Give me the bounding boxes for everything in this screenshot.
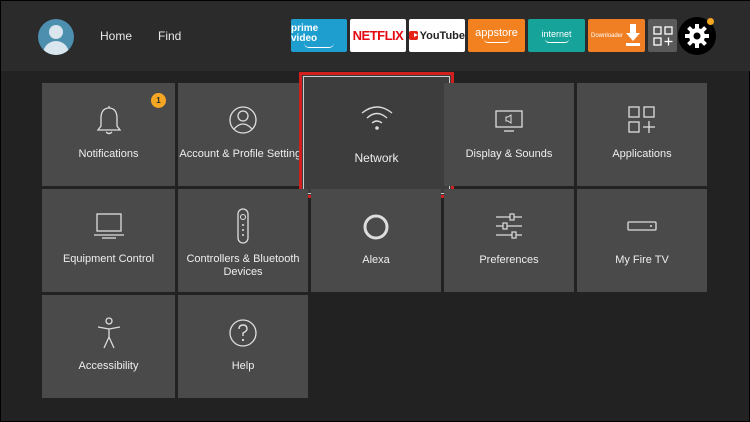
tile-label: Preferences — [479, 254, 539, 266]
tile-help[interactable]: Help — [178, 295, 308, 398]
user-circle-icon — [229, 106, 257, 134]
tile-label: Controllers & Bluetooth Devices — [186, 253, 300, 278]
tile-label: Applications — [612, 148, 672, 160]
tile-label: My Fire TV — [615, 254, 669, 266]
smile-icon — [483, 39, 510, 43]
tile-preferences[interactable]: Preferences — [444, 189, 574, 292]
smile-icon — [544, 39, 569, 43]
alexa-icon — [363, 214, 389, 240]
top-navigation-bar: Home Find prime video NETFLIX YouTube ap… — [1, 1, 750, 71]
tile-label: Display & Sounds — [465, 148, 553, 160]
app-library-button[interactable] — [648, 19, 677, 52]
downloader-label: Downloader — [591, 32, 624, 39]
avatar-head — [49, 25, 63, 39]
app-grid-icon — [628, 106, 655, 133]
tile-label: Account & Profile Settings — [179, 148, 307, 160]
app-grid-icon — [652, 25, 673, 46]
fire-tv-device-icon — [627, 221, 657, 231]
download-arrow-icon — [626, 24, 640, 46]
tv-sound-icon — [495, 110, 523, 132]
prime-video-label: prime video — [291, 22, 319, 44]
focus-inner-border — [303, 76, 450, 194]
tile-label: Notifications — [78, 148, 139, 160]
avatar-body — [43, 41, 69, 55]
youtube-label: YouTube — [419, 29, 465, 42]
netflix-app[interactable]: NETFLIX — [350, 19, 406, 52]
help-question-icon — [229, 319, 257, 347]
appstore-label: appstore — [475, 27, 518, 39]
gear-icon — [685, 24, 709, 48]
tile-network[interactable]: Network — [299, 72, 454, 198]
tile-applications[interactable]: Applications — [577, 83, 707, 186]
internet-app[interactable]: internet — [528, 19, 585, 52]
tile-display-sounds[interactable]: Display & Sounds — [444, 83, 574, 186]
appstore-app[interactable]: appstore — [468, 19, 525, 52]
profile-avatar[interactable] — [38, 19, 74, 55]
youtube-app[interactable]: YouTube — [409, 19, 465, 52]
tile-label: Network — [354, 151, 399, 165]
tile-controllers-bluetooth-devices[interactable]: Controllers & Bluetooth Devices — [178, 189, 308, 292]
tile-accessibility[interactable]: Accessibility — [42, 295, 175, 398]
screen: Home Find prime video NETFLIX YouTube ap… — [0, 0, 750, 422]
nav-find[interactable]: Find — [158, 29, 181, 43]
tile-label: Alexa — [362, 254, 390, 266]
youtube-play-icon — [409, 31, 418, 40]
tile-label: Accessibility — [78, 360, 139, 372]
nav-home[interactable]: Home — [100, 29, 132, 43]
downloader-app[interactable]: Downloader — [588, 19, 645, 52]
tile-my-fire-tv[interactable]: My Fire TV — [577, 189, 707, 292]
internet-label: internet — [541, 28, 572, 39]
netflix-label: NETFLIX — [352, 28, 404, 43]
accessibility-person-icon — [97, 317, 120, 349]
tile-equipment-control[interactable]: Equipment Control — [42, 189, 175, 292]
remote-icon — [237, 208, 249, 244]
tv-icon — [93, 213, 124, 239]
notification-dot — [707, 18, 714, 25]
tile-account-profile-settings[interactable]: Account & Profile Settings — [178, 83, 308, 186]
prime-video-app[interactable]: prime video — [291, 19, 347, 52]
sliders-icon — [496, 213, 522, 239]
bell-icon — [96, 106, 121, 135]
tile-label: Equipment Control — [62, 253, 155, 265]
notification-count-badge: 1 — [151, 93, 166, 108]
wifi-icon — [361, 106, 392, 130]
tile-alexa[interactable]: Alexa — [311, 189, 441, 292]
smile-icon — [304, 43, 334, 48]
tile-label: Help — [231, 360, 255, 372]
